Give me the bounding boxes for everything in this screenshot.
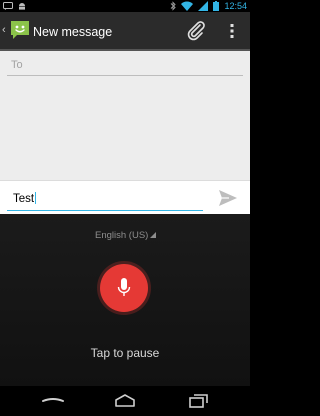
action-bar: ‹ New message	[0, 12, 250, 51]
up-caret-icon[interactable]: ‹	[2, 25, 6, 36]
message-value: Test	[13, 193, 35, 205]
status-time: 12:54	[224, 1, 247, 11]
voice-status-text[interactable]: Tap to pause	[0, 346, 250, 360]
voice-input-panel: English (US) Tap to pause	[0, 214, 250, 386]
attach-icon[interactable]	[185, 20, 207, 42]
microphone-button[interactable]	[100, 264, 148, 312]
wifi-icon	[181, 1, 194, 11]
status-bar-notifications	[3, 2, 26, 10]
message-row: Test	[0, 180, 250, 214]
recent-apps-icon[interactable]	[185, 391, 211, 411]
recipient-field[interactable]: To	[7, 56, 243, 76]
language-selector[interactable]: English (US)	[95, 225, 157, 241]
messaging-app-icon[interactable]	[9, 19, 31, 41]
bluetooth-icon	[171, 1, 177, 11]
recipient-placeholder: To	[11, 59, 23, 71]
page-title: New message	[33, 25, 113, 39]
language-label: English (US)	[95, 230, 149, 241]
home-icon[interactable]	[112, 391, 138, 411]
status-bar-system: 12:54	[170, 1, 247, 11]
battery-icon	[213, 1, 220, 11]
back-icon[interactable]	[40, 391, 66, 411]
navigation-bar	[0, 386, 250, 416]
send-icon[interactable]	[217, 187, 239, 209]
dropdown-corner-icon	[150, 232, 157, 238]
message-text: Test	[13, 192, 37, 206]
text-cursor	[35, 192, 37, 204]
message-notification-icon	[3, 2, 13, 10]
microphone-icon	[117, 278, 131, 296]
overflow-menu-icon[interactable]	[224, 20, 240, 42]
message-input[interactable]: Test	[7, 189, 203, 211]
signal-icon	[198, 1, 209, 11]
android-notification-icon	[19, 3, 25, 10]
status-bar: 12:54	[0, 0, 250, 12]
